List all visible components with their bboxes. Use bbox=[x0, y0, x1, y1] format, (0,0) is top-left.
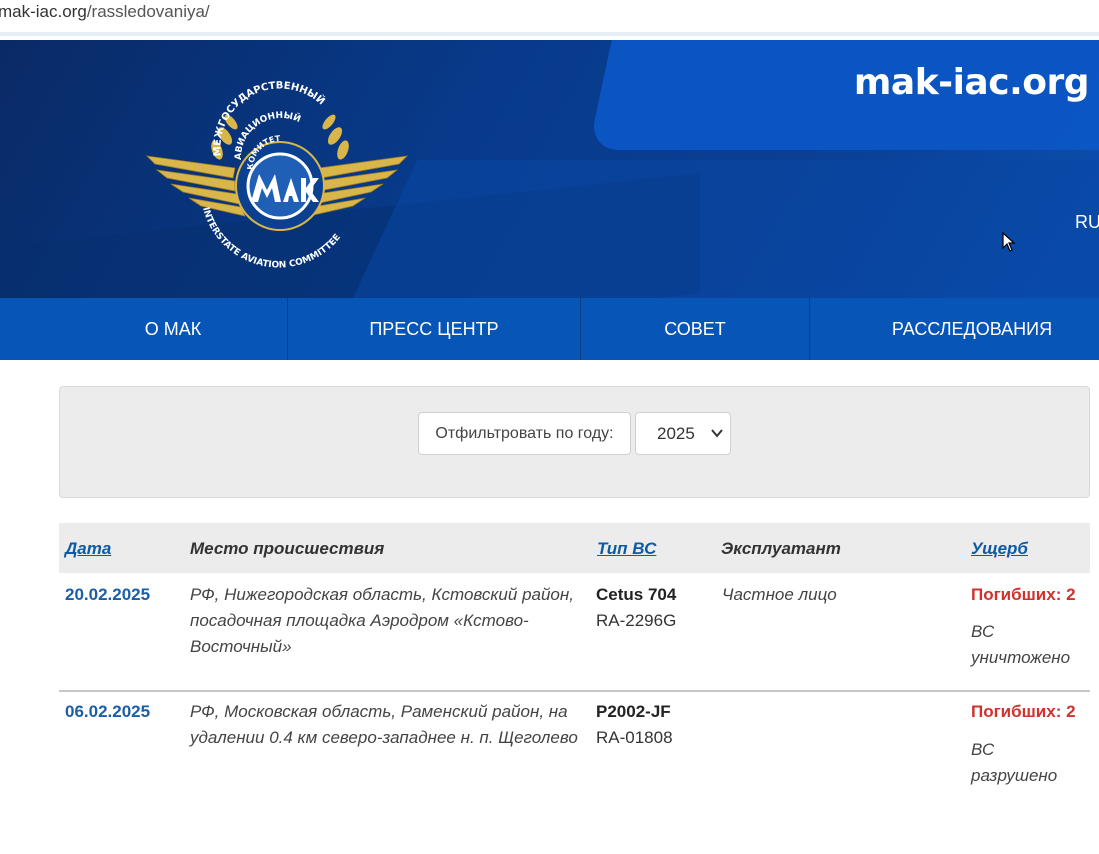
mouse-cursor-icon bbox=[1002, 232, 1016, 252]
nav-item-about[interactable]: О МАК bbox=[59, 298, 287, 360]
row-date[interactable]: 06.02.2025 bbox=[65, 699, 150, 725]
site-header: МЕЖГОСУДАРСТВЕННЫЙ АВИАЦИОННЫЙ КОМИТЕТ I… bbox=[0, 40, 1099, 298]
column-header-damage[interactable]: Ущерб bbox=[971, 539, 1028, 559]
year-select[interactable]: 2025 bbox=[635, 412, 731, 455]
row-fatalities: Погибших: 2 bbox=[971, 585, 1076, 604]
column-header-operator: Эксплуатант bbox=[721, 539, 841, 558]
row-operator: Частное лицо bbox=[722, 585, 837, 604]
mak-logo[interactable]: МЕЖГОСУДАРСТВЕННЫЙ АВИАЦИОННЫЙ КОМИТЕТ I… bbox=[143, 78, 411, 268]
main-nav: О МАК ПРЕСС ЦЕНТР СОВЕТ РАССЛЕДОВАНИЯ bbox=[0, 298, 1099, 360]
row-divider bbox=[59, 690, 1090, 692]
url-text: mak-iac.org/rassledovaniya/ bbox=[0, 2, 210, 21]
row-place: РФ, Московская область, Раменский район,… bbox=[190, 702, 578, 747]
column-header-place: Место происшествия bbox=[190, 539, 385, 558]
year-select-value: 2025 bbox=[657, 423, 695, 443]
row-damage: ВС уничтожено bbox=[971, 622, 1071, 667]
nav-item-council[interactable]: СОВЕТ bbox=[581, 298, 809, 360]
column-header-type[interactable]: Тип ВС bbox=[597, 539, 656, 559]
header-decoration bbox=[342, 160, 1099, 298]
row-aircraft-type: Cetus 704 bbox=[596, 585, 677, 604]
year-filter-panel: Отфильтровать по году: 2025 bbox=[59, 386, 1090, 498]
language-switcher[interactable]: RU bbox=[1075, 212, 1099, 233]
nav-item-investigations[interactable]: РАССЛЕДОВАНИЯ bbox=[810, 298, 1099, 360]
chevron-down-icon bbox=[711, 429, 723, 438]
row-place: РФ, Нижегородская область, Кстовский рай… bbox=[190, 585, 574, 656]
row-registration: RA-01808 bbox=[596, 728, 673, 747]
row-damage: ВС разрушено bbox=[971, 740, 1058, 785]
row-aircraft-type: P2002-JF bbox=[596, 702, 671, 721]
row-registration: RA-2296G bbox=[596, 611, 677, 630]
table-header: Дата Место происшествия Тип ВС Эксплуата… bbox=[59, 523, 1090, 573]
column-header-date[interactable]: Дата bbox=[65, 539, 111, 559]
nav-item-press-center[interactable]: ПРЕСС ЦЕНТР bbox=[288, 298, 580, 360]
row-date[interactable]: 20.02.2025 bbox=[65, 582, 150, 608]
filter-label: Отфильтровать по году: bbox=[418, 412, 631, 455]
row-fatalities: Погибших: 2 bbox=[971, 702, 1076, 721]
address-bar[interactable]: mak-iac.org/rassledovaniya/ bbox=[0, 0, 1099, 36]
site-name[interactable]: mak-iac.org bbox=[854, 62, 1090, 103]
